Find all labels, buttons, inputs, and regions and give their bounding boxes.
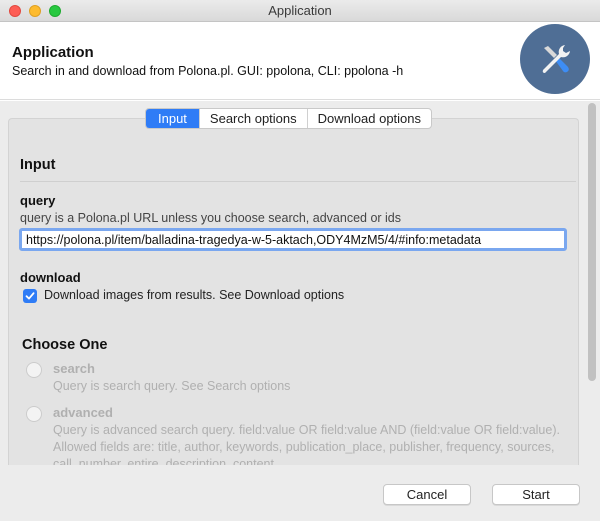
- download-label: download: [20, 270, 81, 285]
- title-bar: Application: [0, 0, 600, 22]
- radio-search-label: search: [53, 361, 95, 376]
- radio-search[interactable]: [26, 362, 42, 378]
- download-checkbox[interactable]: [23, 289, 37, 303]
- download-checkbox-label[interactable]: Download images from results. See Downlo…: [44, 288, 344, 302]
- wrench-screwdriver-icon: [520, 24, 590, 94]
- window-title: Application: [268, 3, 332, 18]
- choose-one-title: Choose One: [22, 337, 108, 353]
- app-header: Application Search in and download from …: [0, 22, 600, 100]
- section-divider: [20, 181, 576, 182]
- tab-input[interactable]: Input: [146, 109, 199, 128]
- input-section-title: Input: [20, 157, 56, 173]
- tab-bar: Input Search options Download options: [145, 108, 433, 129]
- app-name: Application: [12, 44, 94, 61]
- query-help: query is a Polona.pl URL unless you choo…: [20, 211, 402, 225]
- start-button[interactable]: Start: [492, 484, 580, 505]
- query-input[interactable]: [19, 228, 567, 251]
- tab-panel: Input query query is a Polona.pl URL unl…: [8, 118, 579, 465]
- footer-bar: Cancel Start: [0, 465, 600, 521]
- radio-search-help: Query is search query. See Search option…: [53, 379, 291, 393]
- query-label: query: [20, 193, 56, 208]
- app-description: Search in and download from Polona.pl. G…: [12, 64, 404, 78]
- tab-search-options[interactable]: Search options: [198, 109, 307, 128]
- checkmark-icon: [25, 292, 35, 300]
- content-area: Input Search options Download options In…: [0, 101, 600, 465]
- radio-advanced-label: advanced: [53, 405, 113, 420]
- radio-advanced-help: Query is advanced search query. field:va…: [53, 423, 560, 465]
- cancel-button[interactable]: Cancel: [383, 484, 471, 505]
- tab-download-options[interactable]: Download options: [306, 109, 431, 128]
- vertical-scrollbar[interactable]: [588, 103, 596, 381]
- radio-advanced[interactable]: [26, 406, 42, 422]
